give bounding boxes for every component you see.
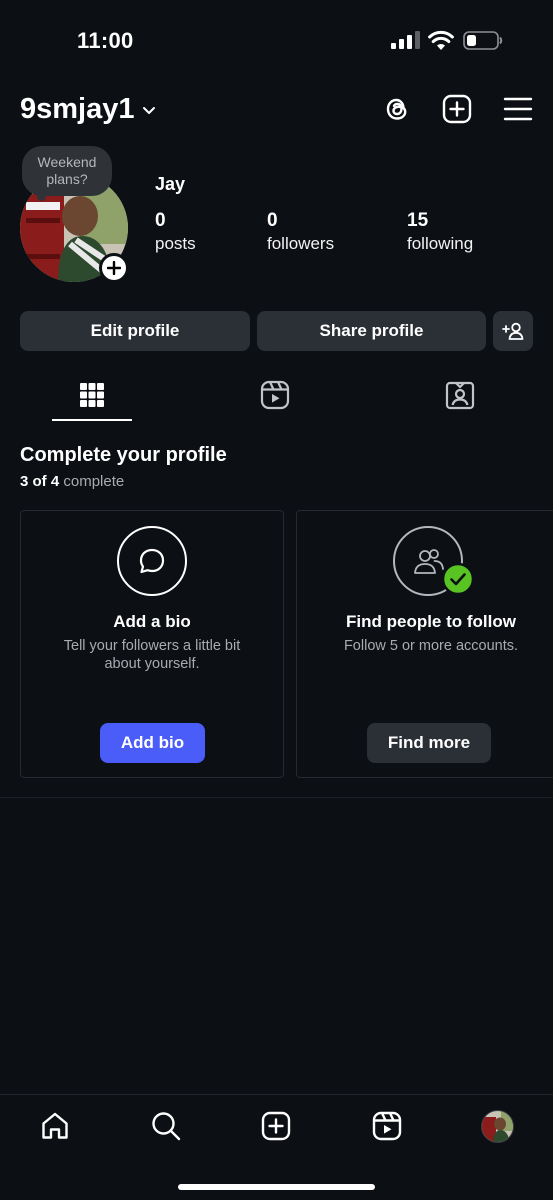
chevron-down-icon xyxy=(142,106,155,114)
status-bar: 11:00 xyxy=(0,0,553,80)
cellular-signal-icon xyxy=(391,31,420,49)
edit-profile-button[interactable]: Edit profile xyxy=(20,311,250,351)
wifi-icon xyxy=(428,30,454,50)
progress-count: 3 of 4 xyxy=(20,473,60,490)
profile-nav-avatar[interactable] xyxy=(481,1110,514,1143)
stat-followers[interactable]: 0 followers xyxy=(267,210,334,255)
speech-bubble-icon xyxy=(139,548,165,574)
plus-icon xyxy=(107,261,121,275)
add-story-button[interactable] xyxy=(99,253,129,283)
edit-profile-label: Edit profile xyxy=(90,321,180,340)
menu-icon[interactable] xyxy=(503,94,533,124)
stat-following[interactable]: 15 following xyxy=(407,210,473,255)
stat-followers-value: 0 xyxy=(267,210,278,231)
note-bubble[interactable]: Weekend plans? xyxy=(22,146,112,196)
create-icon[interactable] xyxy=(261,1111,291,1141)
new-post-icon[interactable] xyxy=(442,94,472,124)
stat-posts-label: posts xyxy=(155,234,196,253)
discover-people-button[interactable] xyxy=(493,311,533,351)
username: 9smjay1 xyxy=(20,93,135,125)
add-bio-button-label: Add bio xyxy=(120,733,185,752)
active-tab-indicator xyxy=(52,419,132,421)
progress-label: complete xyxy=(63,473,125,490)
add-bio-card: Add a bio Tell your followers a little b… xyxy=(20,510,284,778)
home-icon[interactable] xyxy=(40,1111,70,1141)
home-indicator xyxy=(178,1184,375,1190)
add-bio-title: Add a bio xyxy=(113,612,191,631)
stat-following-value: 15 xyxy=(407,210,429,231)
add-bio-description: Tell your followers a little bit about y… xyxy=(63,638,241,672)
share-profile-label: Share profile xyxy=(319,321,424,340)
bottom-nav xyxy=(0,1094,553,1200)
tagged-icon[interactable] xyxy=(445,380,475,410)
battery-icon xyxy=(463,31,503,50)
people-icon xyxy=(414,549,444,574)
complete-profile-progress: 3 of 4 complete xyxy=(20,473,124,490)
search-icon[interactable] xyxy=(151,1111,181,1141)
threads-icon[interactable] xyxy=(382,94,412,124)
checkmark-badge-icon xyxy=(442,563,474,595)
nav-avatar-photo xyxy=(482,1111,513,1142)
username-switcher[interactable]: 9smjay1 xyxy=(20,93,157,126)
find-people-description: Follow 5 or more accounts. xyxy=(343,638,519,654)
find-more-button[interactable]: Find more xyxy=(367,723,491,763)
share-profile-button[interactable]: Share profile xyxy=(257,311,486,351)
add-bio-button[interactable]: Add bio xyxy=(100,723,205,763)
complete-profile-title: Complete your profile xyxy=(20,444,227,466)
stat-followers-label: followers xyxy=(267,234,335,253)
stat-posts: 0 posts xyxy=(155,210,196,255)
add-person-icon xyxy=(502,322,524,340)
display-name: Jay xyxy=(155,174,186,194)
section-divider xyxy=(0,797,553,798)
find-people-card: Find people to follow Follow 5 or more a… xyxy=(296,510,553,778)
grid-icon[interactable] xyxy=(77,380,107,410)
find-more-button-label: Find more xyxy=(387,733,471,752)
stat-posts-value: 0 xyxy=(155,210,166,231)
note-bubble-tail xyxy=(37,192,46,201)
reels-nav-icon[interactable] xyxy=(372,1111,402,1141)
bio-icon-circle xyxy=(117,526,187,596)
stat-following-label: following xyxy=(407,234,474,253)
reels-icon[interactable] xyxy=(260,380,290,410)
find-people-title: Find people to follow xyxy=(346,612,516,631)
status-time: 11:00 xyxy=(77,28,134,53)
